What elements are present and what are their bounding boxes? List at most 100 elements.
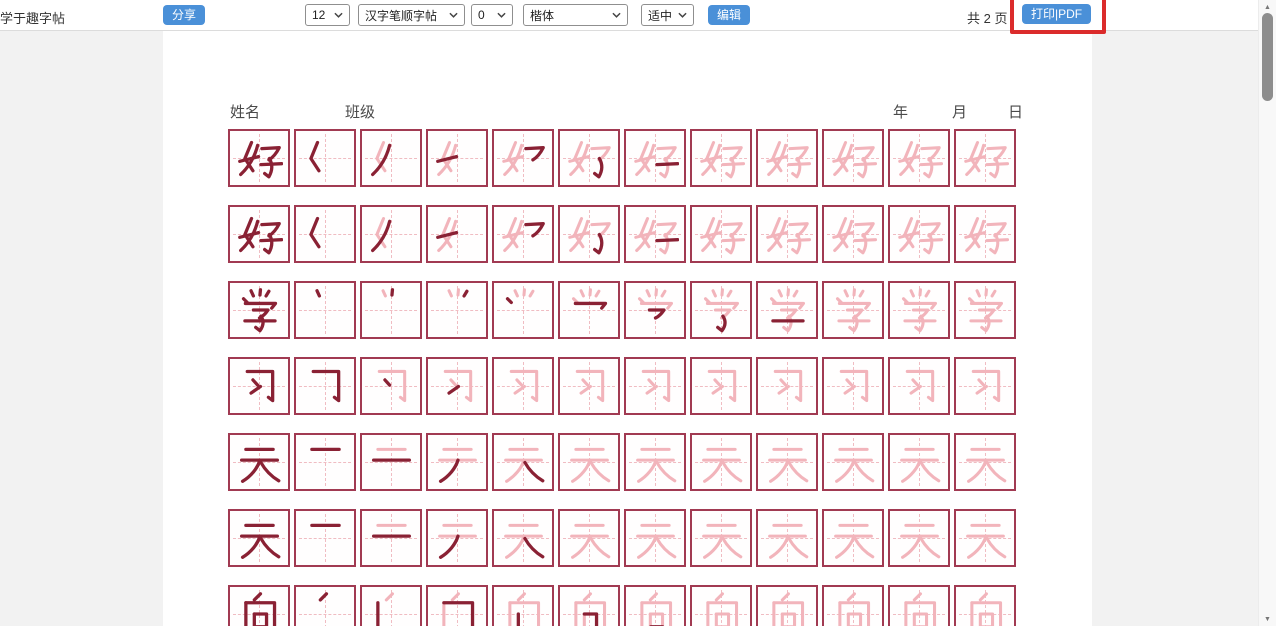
stroke-step-cell — [360, 509, 422, 567]
chevron-down-icon — [497, 12, 506, 18]
trace-cell — [954, 585, 1016, 626]
char-glyph — [698, 287, 745, 334]
char-glyph — [434, 515, 481, 562]
trace-cell — [690, 585, 752, 626]
char-glyph — [830, 591, 877, 626]
stroke-step-cell — [756, 281, 818, 339]
stroke-step-cell — [426, 205, 488, 263]
char-glyph — [962, 591, 1009, 626]
stroke-step-cell — [294, 433, 356, 491]
char-glyph — [302, 515, 349, 562]
stroke-option-select[interactable]: 0 — [471, 4, 513, 26]
char-glyph — [566, 287, 613, 334]
stroke-step-cell — [294, 585, 356, 626]
example-cell — [228, 205, 290, 263]
stroke-step-cell — [426, 357, 488, 415]
chevron-down-icon — [334, 12, 343, 18]
char-glyph — [830, 515, 877, 562]
char-glyph — [236, 591, 283, 626]
char-glyph — [896, 439, 943, 486]
stroke-step-cell — [360, 205, 422, 263]
char-glyph — [764, 439, 811, 486]
chevron-down-icon — [449, 12, 458, 18]
class-label: 班级 — [345, 101, 375, 122]
stroke-step-cell — [492, 281, 554, 339]
font-family-value: 楷体 — [530, 7, 554, 24]
stroke-step-cell — [294, 509, 356, 567]
example-cell — [228, 585, 290, 626]
density-select[interactable]: 适中 — [641, 4, 694, 26]
char-glyph — [698, 439, 745, 486]
density-value: 适中 — [648, 7, 672, 24]
trace-cell — [888, 509, 950, 567]
stroke-step-cell — [558, 585, 620, 626]
char-glyph — [566, 135, 613, 182]
trace-cell — [888, 585, 950, 626]
year-label: 年 — [893, 101, 908, 122]
char-glyph — [236, 363, 283, 410]
char-glyph — [698, 211, 745, 258]
stroke-step-cell — [426, 129, 488, 187]
example-cell — [228, 357, 290, 415]
example-cell — [228, 509, 290, 567]
trace-cell — [888, 357, 950, 415]
day-label: 日 — [1008, 101, 1023, 122]
chevron-down-icon — [612, 12, 621, 18]
share-button[interactable]: 分享 — [163, 5, 205, 25]
char-glyph — [830, 439, 877, 486]
stroke-step-cell — [624, 205, 686, 263]
char-glyph — [764, 211, 811, 258]
char-glyph — [962, 287, 1009, 334]
char-glyph — [236, 135, 283, 182]
char-glyph — [896, 135, 943, 182]
char-glyph — [500, 439, 547, 486]
trace-cell — [756, 129, 818, 187]
char-glyph — [830, 211, 877, 258]
char-glyph — [368, 363, 415, 410]
font-size-select[interactable]: 12 — [305, 4, 350, 26]
practice-grid — [228, 129, 1016, 626]
char-glyph — [962, 135, 1009, 182]
char-glyph — [698, 363, 745, 410]
char-glyph — [302, 287, 349, 334]
trace-cell — [822, 585, 884, 626]
print-pdf-button[interactable]: 打印|PDF — [1022, 4, 1091, 24]
scroll-down-arrow[interactable]: ▼ — [1259, 612, 1276, 626]
practice-row — [228, 205, 1016, 263]
char-glyph — [764, 363, 811, 410]
char-glyph — [368, 591, 415, 626]
scrollbar-thumb[interactable] — [1262, 13, 1273, 101]
stroke-step-cell — [294, 205, 356, 263]
example-cell — [228, 433, 290, 491]
stroke-step-cell — [558, 281, 620, 339]
char-glyph — [896, 287, 943, 334]
trace-cell — [690, 357, 752, 415]
stroke-step-cell — [294, 281, 356, 339]
name-label: 姓名 — [230, 101, 260, 122]
char-glyph — [302, 363, 349, 410]
trace-cell — [558, 509, 620, 567]
stroke-step-cell — [624, 129, 686, 187]
stroke-step-cell — [558, 129, 620, 187]
trace-cell — [954, 357, 1016, 415]
char-glyph — [434, 135, 481, 182]
trace-cell — [888, 281, 950, 339]
trace-cell — [822, 509, 884, 567]
trace-cell — [756, 509, 818, 567]
trace-cell — [954, 281, 1016, 339]
trace-cell — [822, 433, 884, 491]
stroke-step-cell — [294, 129, 356, 187]
stroke-step-cell — [426, 281, 488, 339]
char-glyph — [368, 135, 415, 182]
sheet-type-select[interactable]: 汉字笔顺字帖 — [358, 4, 465, 26]
scroll-up-arrow[interactable]: ▲ — [1259, 0, 1276, 14]
edit-button[interactable]: 编辑 — [708, 5, 750, 25]
trace-cell — [888, 205, 950, 263]
stroke-step-cell — [492, 205, 554, 263]
trace-cell — [822, 281, 884, 339]
scrollbar[interactable]: ▲ ▼ — [1258, 0, 1276, 626]
char-glyph — [962, 515, 1009, 562]
char-glyph — [632, 439, 679, 486]
char-glyph — [632, 363, 679, 410]
font-family-select[interactable]: 楷体 — [523, 4, 628, 26]
